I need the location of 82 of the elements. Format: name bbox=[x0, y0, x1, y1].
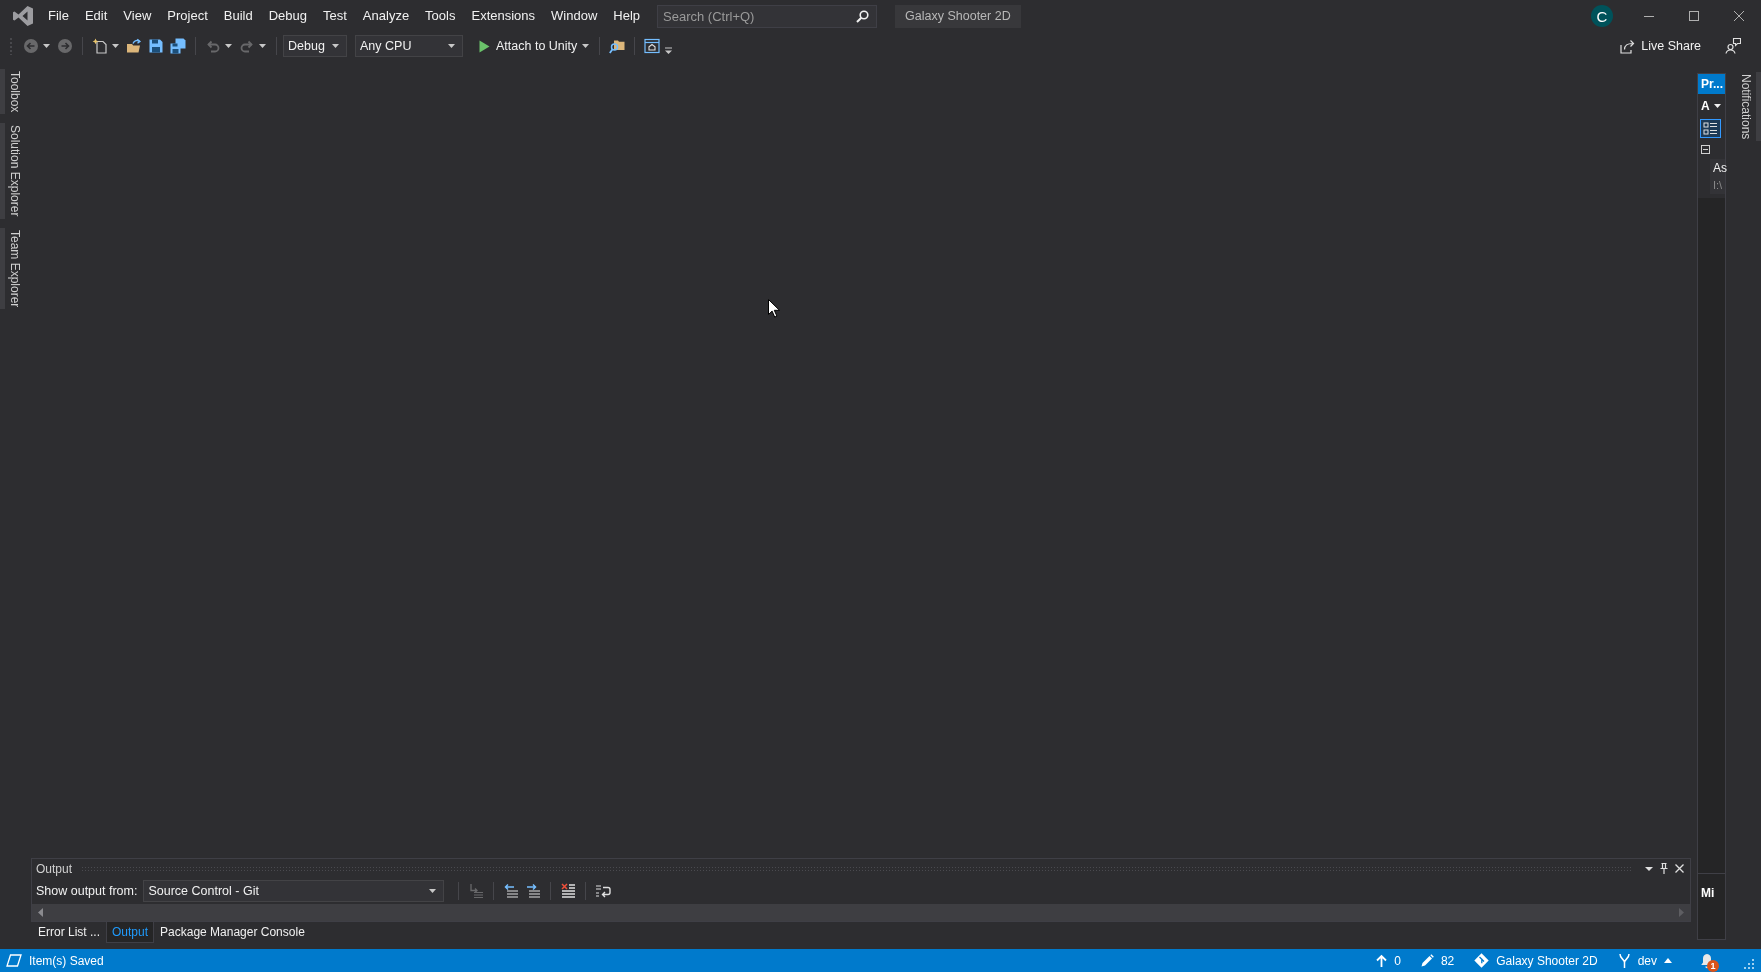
git-diamond-icon bbox=[1474, 953, 1490, 968]
pin-icon[interactable] bbox=[1660, 863, 1668, 874]
mouse-pointer-icon bbox=[768, 299, 780, 318]
side-tab[interactable]: Team Explorer bbox=[0, 227, 25, 310]
menu-item[interactable]: Extensions bbox=[463, 4, 544, 28]
floppy-disks-icon[interactable] bbox=[170, 38, 186, 54]
menu-item[interactable]: Help bbox=[605, 4, 649, 28]
solution-name: Galaxy Shooter 2D bbox=[895, 4, 1021, 28]
menu-item[interactable]: Window bbox=[543, 4, 606, 28]
categorized-view-icon[interactable] bbox=[1700, 119, 1721, 138]
close-icon[interactable] bbox=[1733, 11, 1744, 21]
menu-item[interactable]: Analyze bbox=[354, 4, 418, 28]
account-avatar[interactable]: C bbox=[1591, 5, 1613, 27]
pending-changes-item[interactable]: 82 bbox=[1420, 953, 1455, 968]
panel-tab[interactable]: Output bbox=[106, 922, 155, 943]
caret-icon bbox=[448, 44, 455, 48]
horizontal-scrollbar[interactable] bbox=[32, 904, 1690, 921]
caret-icon bbox=[1713, 104, 1721, 108]
caret-icon[interactable] bbox=[582, 44, 590, 48]
menu-item[interactable]: Test bbox=[315, 4, 355, 28]
caret-icon bbox=[332, 44, 339, 48]
menu-item[interactable]: Tools bbox=[417, 4, 464, 28]
scroll-left-icon[interactable] bbox=[38, 908, 43, 917]
caret-icon bbox=[429, 889, 437, 893]
play-icon bbox=[479, 39, 490, 53]
minimize-icon[interactable] bbox=[1643, 15, 1654, 17]
menu-item[interactable]: Build bbox=[215, 4, 261, 28]
side-tab[interactable]: Notifications bbox=[1736, 72, 1761, 142]
description-text: Mi bbox=[1698, 873, 1725, 939]
property-name: As bbox=[1713, 161, 1725, 175]
left-arrow-lines-icon[interactable] bbox=[503, 883, 520, 899]
branch-item[interactable]: dev bbox=[1617, 953, 1672, 968]
notification-badge: 1 bbox=[1707, 959, 1719, 972]
caret-icon[interactable] bbox=[225, 44, 232, 48]
right-arrow-lines-icon[interactable] bbox=[525, 883, 542, 899]
caret-icon bbox=[1664, 958, 1672, 963]
maximize-icon[interactable] bbox=[1688, 11, 1699, 21]
toolbar-overflow-icon[interactable] bbox=[665, 47, 673, 54]
panel-tab[interactable]: Package Manager Console bbox=[154, 922, 311, 943]
menu-item[interactable]: Edit bbox=[76, 4, 116, 28]
side-tab[interactable]: Solution Explorer bbox=[0, 123, 25, 219]
properties-title[interactable]: Pr... bbox=[1698, 74, 1725, 94]
share-arrow-icon bbox=[1620, 38, 1636, 54]
live-share-button[interactable]: Live Share bbox=[1616, 35, 1705, 57]
caret-icon[interactable] bbox=[43, 44, 50, 48]
search-field[interactable]: Search (Ctrl+Q) bbox=[657, 4, 878, 28]
collapse-box-icon[interactable] bbox=[1701, 145, 1710, 154]
person-bubble-icon[interactable] bbox=[1725, 38, 1741, 54]
configuration-dropdown[interactable]: Debug bbox=[283, 35, 347, 57]
caret-icon[interactable] bbox=[1645, 866, 1653, 871]
start-button[interactable]: Attach to Unity bbox=[471, 35, 582, 57]
pencil-icon bbox=[1420, 954, 1434, 967]
search-icon[interactable] bbox=[856, 9, 870, 23]
menu-item[interactable]: View bbox=[115, 4, 160, 28]
logo-icon bbox=[12, 5, 34, 27]
branch-fork-icon bbox=[1617, 953, 1631, 968]
property-value: I:\ bbox=[1713, 179, 1724, 191]
status-message: Item(s) Saved bbox=[29, 953, 104, 968]
up-arrow-icon bbox=[1376, 954, 1388, 967]
output-source-dropdown[interactable]: Source Control - Git bbox=[143, 880, 445, 902]
source-label: Show output from: bbox=[36, 884, 138, 898]
caret-icon[interactable] bbox=[112, 44, 119, 48]
repository-item[interactable]: Galaxy Shooter 2D bbox=[1474, 953, 1598, 968]
panel-tab[interactable]: Error List ... bbox=[32, 922, 106, 943]
menu-item[interactable]: File bbox=[40, 4, 77, 28]
property-row[interactable]: As I:\ bbox=[1710, 159, 1725, 194]
open-folder-icon[interactable] bbox=[126, 38, 142, 54]
new-page-icon[interactable] bbox=[92, 38, 108, 54]
panel-title: Output bbox=[36, 861, 73, 876]
folder-magnifier-icon[interactable] bbox=[609, 38, 626, 54]
caret-icon[interactable] bbox=[259, 44, 266, 48]
side-tab[interactable]: Toolbox bbox=[0, 69, 25, 115]
platform-dropdown[interactable]: Any CPU bbox=[355, 35, 463, 57]
word-wrap-icon[interactable] bbox=[595, 883, 612, 899]
object-selector[interactable]: A bbox=[1701, 99, 1725, 113]
browser-window-icon[interactable] bbox=[644, 38, 661, 54]
lines-cross-icon[interactable] bbox=[560, 883, 577, 899]
unpushed-commits-item[interactable]: 0 bbox=[1376, 953, 1401, 968]
menu-item[interactable]: Project bbox=[159, 4, 216, 28]
parallelogram-icon bbox=[6, 954, 22, 967]
menu-item[interactable]: Debug bbox=[260, 4, 315, 28]
resize-grip-icon[interactable] bbox=[1744, 959, 1754, 969]
